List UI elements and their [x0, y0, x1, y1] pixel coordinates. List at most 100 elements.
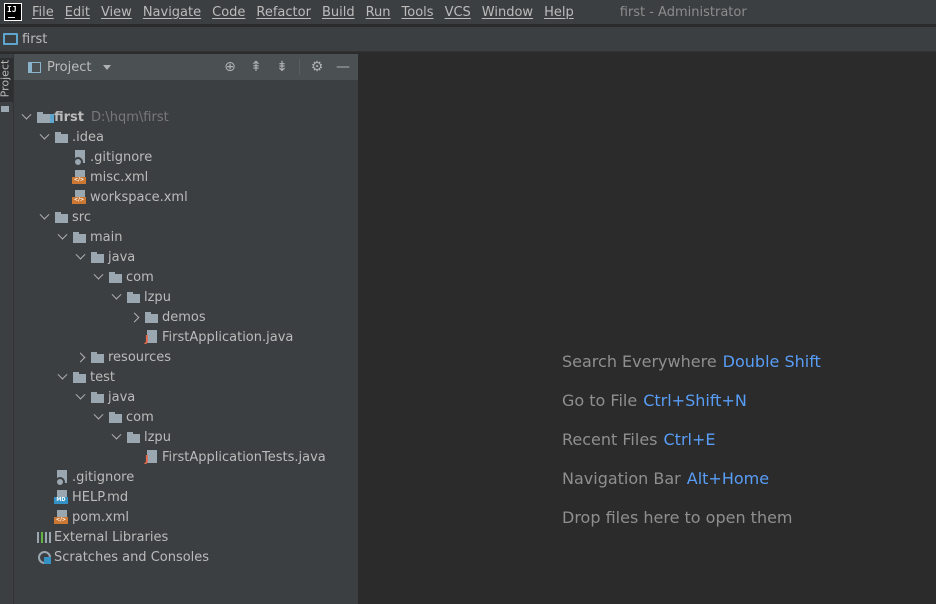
menu-help[interactable]: Help: [544, 5, 574, 20]
project-tool-tab[interactable]: Project: [0, 58, 13, 102]
tree-item[interactable]: FirstApplicationTests.java: [126, 447, 326, 467]
tree-item-label: misc.xml: [90, 169, 149, 185]
folder-icon: [108, 269, 124, 285]
xml-file-icon: [72, 189, 88, 205]
shortcut-label[interactable]: Double Shift: [723, 352, 821, 371]
tree-item[interactable]: resources: [72, 347, 171, 367]
tree-item[interactable]: FirstApplication.java: [126, 327, 293, 347]
project-view-icon: [28, 61, 41, 73]
tree-item-label: .gitignore: [72, 469, 135, 485]
tree-item[interactable]: workspace.xml: [54, 187, 188, 207]
menu-refactor[interactable]: Refactor: [256, 5, 311, 20]
menu-edit[interactable]: Edit: [65, 5, 90, 20]
hide-panel-icon[interactable]: —: [334, 58, 352, 76]
chevron-down-icon[interactable]: [103, 64, 112, 70]
menu-navigate[interactable]: Navigate: [143, 5, 201, 20]
tree-item[interactable]: HELP.md: [36, 487, 128, 507]
chevron-down-icon[interactable]: [18, 109, 34, 125]
tree-item[interactable]: com: [90, 267, 154, 287]
xml-file-icon: [54, 509, 70, 525]
intellij-logo-icon: IJ: [4, 3, 22, 21]
java-file-icon: [144, 449, 160, 465]
project-panel-title[interactable]: Project: [47, 60, 91, 75]
tree-item[interactable]: src: [36, 207, 91, 227]
tree-item-label: java: [108, 389, 136, 405]
folder-icon: [72, 229, 88, 245]
chevron-down-icon[interactable]: [54, 229, 70, 245]
folder-icon: [90, 389, 106, 405]
expand-all-icon[interactable]: ⇞: [247, 58, 265, 76]
chevron-down-icon[interactable]: [72, 249, 88, 265]
tree-item-label: first: [54, 109, 84, 125]
tree-item[interactable]: first D:\hqm\first: [18, 107, 169, 127]
hint-recent-files: Recent Files Ctrl+E: [562, 430, 715, 449]
hint-label: Recent Files: [562, 430, 658, 449]
shortcut-label[interactable]: Ctrl+E: [664, 430, 716, 449]
project-panel: Project ⊕ ⇞ ⇟ ⚙ — first D:\hqm\first .idea…: [14, 54, 359, 604]
tree-item-label: lzpu: [144, 429, 171, 445]
tree-item[interactable]: lzpu: [108, 287, 171, 307]
tree-item[interactable]: Scratches and Consoles: [18, 547, 209, 567]
tree-item-label: resources: [108, 349, 172, 365]
tree-item-label: workspace.xml: [90, 189, 188, 205]
chevron-down-icon[interactable]: [72, 389, 88, 405]
menu-window[interactable]: Window: [482, 5, 533, 20]
tree-item-label: lzpu: [144, 289, 171, 305]
tree-item-label: External Libraries: [54, 529, 169, 545]
hint-drop-files: Drop files here to open them: [562, 508, 793, 527]
tree-item-label: demos: [162, 309, 206, 325]
locate-file-icon[interactable]: ⊕: [221, 58, 239, 76]
tree-item[interactable]: java: [72, 247, 135, 267]
menu-bar: IJ File Edit View Navigate Code Refactor…: [0, 0, 936, 24]
chevron-right-icon[interactable]: [72, 349, 88, 365]
collapse-all-icon[interactable]: ⇟: [273, 58, 291, 76]
hint-go-to-file: Go to File Ctrl+Shift+N: [562, 391, 747, 410]
tree-item[interactable]: .idea: [36, 127, 104, 147]
toolbar-divider: [299, 59, 300, 75]
chevron-down-icon[interactable]: [54, 369, 70, 385]
navigation-bar: first: [0, 26, 936, 52]
chevron-down-icon[interactable]: [108, 429, 124, 445]
menu-tools[interactable]: Tools: [402, 5, 434, 20]
folder-icon: [90, 349, 106, 365]
gear-icon[interactable]: ⚙: [308, 58, 326, 76]
libraries-icon: [36, 529, 52, 545]
menu-view[interactable]: View: [101, 5, 132, 20]
menu-file[interactable]: File: [32, 5, 54, 20]
java-file-icon: [144, 329, 160, 345]
tree-item[interactable]: lzpu: [108, 427, 171, 447]
chevron-down-icon[interactable]: [36, 209, 52, 225]
breadcrumb-project[interactable]: first: [22, 32, 47, 47]
chevron-down-icon[interactable]: [36, 129, 52, 145]
tree-item[interactable]: .gitignore: [54, 147, 152, 167]
tree-item[interactable]: demos: [126, 307, 206, 327]
xml-file-icon: [72, 169, 88, 185]
tree-item[interactable]: com: [90, 407, 154, 427]
tree-item-label: pom.xml: [72, 509, 129, 525]
tree-item[interactable]: java: [72, 387, 135, 407]
menu-code[interactable]: Code: [212, 5, 245, 20]
folder-icon: [54, 209, 70, 225]
left-tool-strip: Project: [0, 54, 14, 604]
tree-item[interactable]: External Libraries: [18, 527, 168, 547]
chevron-down-icon[interactable]: [90, 409, 106, 425]
hint-label: Search Everywhere: [562, 352, 717, 371]
shortcut-label[interactable]: Alt+Home: [687, 469, 769, 488]
chevron-down-icon[interactable]: [90, 269, 106, 285]
project-path-hint: D:\hqm\first: [91, 109, 169, 125]
tree-item[interactable]: .gitignore: [36, 467, 134, 487]
tree-item-label: FirstApplication.java: [162, 329, 294, 345]
tree-item[interactable]: pom.xml: [36, 507, 129, 527]
shortcut-label[interactable]: Ctrl+Shift+N: [643, 391, 747, 410]
folder-icon: [126, 289, 142, 305]
menu-run[interactable]: Run: [366, 5, 391, 20]
tree-item[interactable]: main: [54, 227, 122, 247]
chevron-right-icon[interactable]: [126, 309, 142, 325]
chevron-down-icon[interactable]: [108, 289, 124, 305]
editor-empty-area: Search Everywhere Double Shift Go to File…: [360, 54, 936, 604]
menu-build[interactable]: Build: [322, 5, 355, 20]
tree-item[interactable]: test: [54, 367, 115, 387]
menu-vcs[interactable]: VCS: [445, 5, 471, 20]
tree-item[interactable]: misc.xml: [54, 167, 148, 187]
module-folder-icon: [36, 109, 54, 125]
